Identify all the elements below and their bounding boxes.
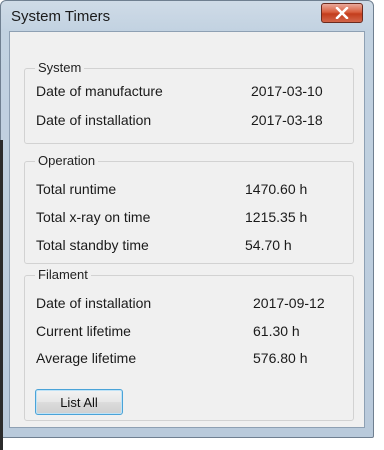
manufacture-date-value: 2017-03-10 bbox=[251, 83, 323, 99]
average-lifetime-label: Average lifetime bbox=[36, 350, 137, 366]
operation-group-title: Operation bbox=[35, 153, 99, 168]
standby-time-label: Total standby time bbox=[36, 237, 149, 253]
filament-installation-date-value: 2017-09-12 bbox=[253, 295, 325, 311]
filament-group-title: Filament bbox=[35, 267, 91, 282]
manufacture-date-row: Date of manufacture 2017-03-10 bbox=[36, 83, 343, 103]
background-edge bbox=[0, 140, 3, 450]
system-installation-date-label: Date of installation bbox=[36, 112, 152, 128]
current-lifetime-label: Current lifetime bbox=[36, 323, 131, 339]
title-bar[interactable]: System Timers bbox=[1, 1, 373, 31]
filament-installation-date-row: Date of installation 2017-09-12 bbox=[36, 295, 343, 315]
system-group: System Date of manufacture 2017-03-10 Da… bbox=[24, 60, 354, 144]
xray-on-time-row: Total x-ray on time 1215.35 h bbox=[36, 209, 343, 229]
standby-time-row: Total standby time 54.70 h bbox=[36, 237, 343, 257]
standby-time-value: 54.70 h bbox=[245, 237, 292, 253]
dialog-content: System Date of manufacture 2017-03-10 Da… bbox=[9, 31, 365, 428]
close-icon bbox=[335, 7, 349, 19]
average-lifetime-row: Average lifetime 576.80 h bbox=[36, 350, 343, 370]
system-timers-window: System Timers System Date of manufacture… bbox=[0, 0, 374, 438]
system-installation-date-value: 2017-03-18 bbox=[251, 112, 323, 128]
operation-group: Operation Total runtime 1470.60 h Total … bbox=[24, 153, 354, 264]
list-all-button[interactable]: List All bbox=[35, 389, 123, 415]
system-group-title: System bbox=[35, 60, 85, 75]
total-runtime-value: 1470.60 h bbox=[245, 181, 308, 197]
current-lifetime-row: Current lifetime 61.30 h bbox=[36, 323, 343, 343]
total-runtime-row: Total runtime 1470.60 h bbox=[36, 181, 343, 201]
manufacture-date-label: Date of manufacture bbox=[36, 83, 163, 99]
xray-on-time-value: 1215.35 h bbox=[245, 209, 308, 225]
filament-installation-date-label: Date of installation bbox=[36, 295, 152, 311]
window-title: System Timers bbox=[11, 8, 111, 25]
current-lifetime-value: 61.30 h bbox=[253, 323, 300, 339]
average-lifetime-value: 576.80 h bbox=[253, 350, 308, 366]
total-runtime-label: Total runtime bbox=[36, 181, 117, 197]
xray-on-time-label: Total x-ray on time bbox=[36, 209, 151, 225]
system-installation-date-row: Date of installation 2017-03-18 bbox=[36, 112, 343, 132]
close-button[interactable] bbox=[321, 3, 363, 23]
